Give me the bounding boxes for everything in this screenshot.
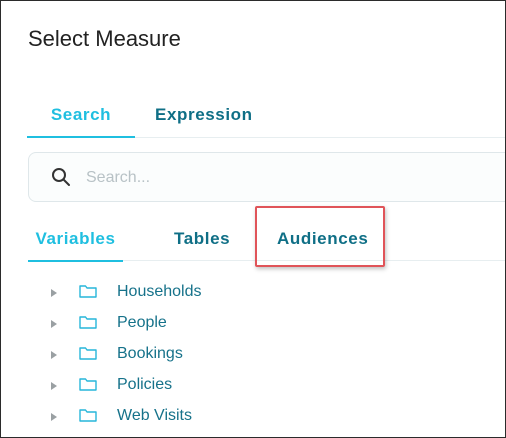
folder-icon — [79, 378, 97, 391]
tree-item-policies[interactable]: Policies — [49, 375, 289, 399]
folder-icon — [79, 285, 97, 298]
search-field[interactable] — [28, 152, 505, 202]
category-tabs: Variables Tables Audiences — [28, 225, 505, 262]
mode-tabs: Search Expression — [27, 101, 505, 138]
tree-item-label: Policies — [117, 376, 173, 393]
tab-variables[interactable]: Variables — [28, 225, 123, 262]
tree-item-label: Households — [117, 283, 202, 300]
select-measure-dialog: Select Measure Search Expression Variabl… — [0, 0, 506, 438]
folder-icon — [79, 347, 97, 360]
tab-search[interactable]: Search — [27, 101, 135, 138]
folder-icon — [79, 316, 97, 329]
tree-item-web-visits[interactable]: Web Visits — [49, 406, 289, 430]
search-icon — [52, 168, 70, 186]
tab-expression[interactable]: Expression — [155, 101, 253, 136]
tab-tables[interactable]: Tables — [174, 225, 230, 260]
caret-right-icon[interactable] — [49, 319, 59, 329]
tree-item-label: Web Visits — [117, 407, 192, 424]
tab-audiences[interactable]: Audiences — [277, 225, 368, 260]
tree-item-people[interactable]: People — [49, 313, 289, 337]
caret-right-icon[interactable] — [49, 350, 59, 360]
folder-icon — [79, 409, 97, 422]
tree-item-bookings[interactable]: Bookings — [49, 344, 289, 368]
tree-item-label: Bookings — [117, 345, 183, 362]
tree-item-households[interactable]: Households — [49, 282, 289, 306]
tree-item-label: People — [117, 314, 167, 331]
caret-right-icon[interactable] — [49, 288, 59, 298]
dialog-title: Select Measure — [28, 26, 181, 51]
search-input[interactable] — [84, 163, 468, 193]
caret-right-icon[interactable] — [49, 412, 59, 422]
caret-right-icon[interactable] — [49, 381, 59, 391]
